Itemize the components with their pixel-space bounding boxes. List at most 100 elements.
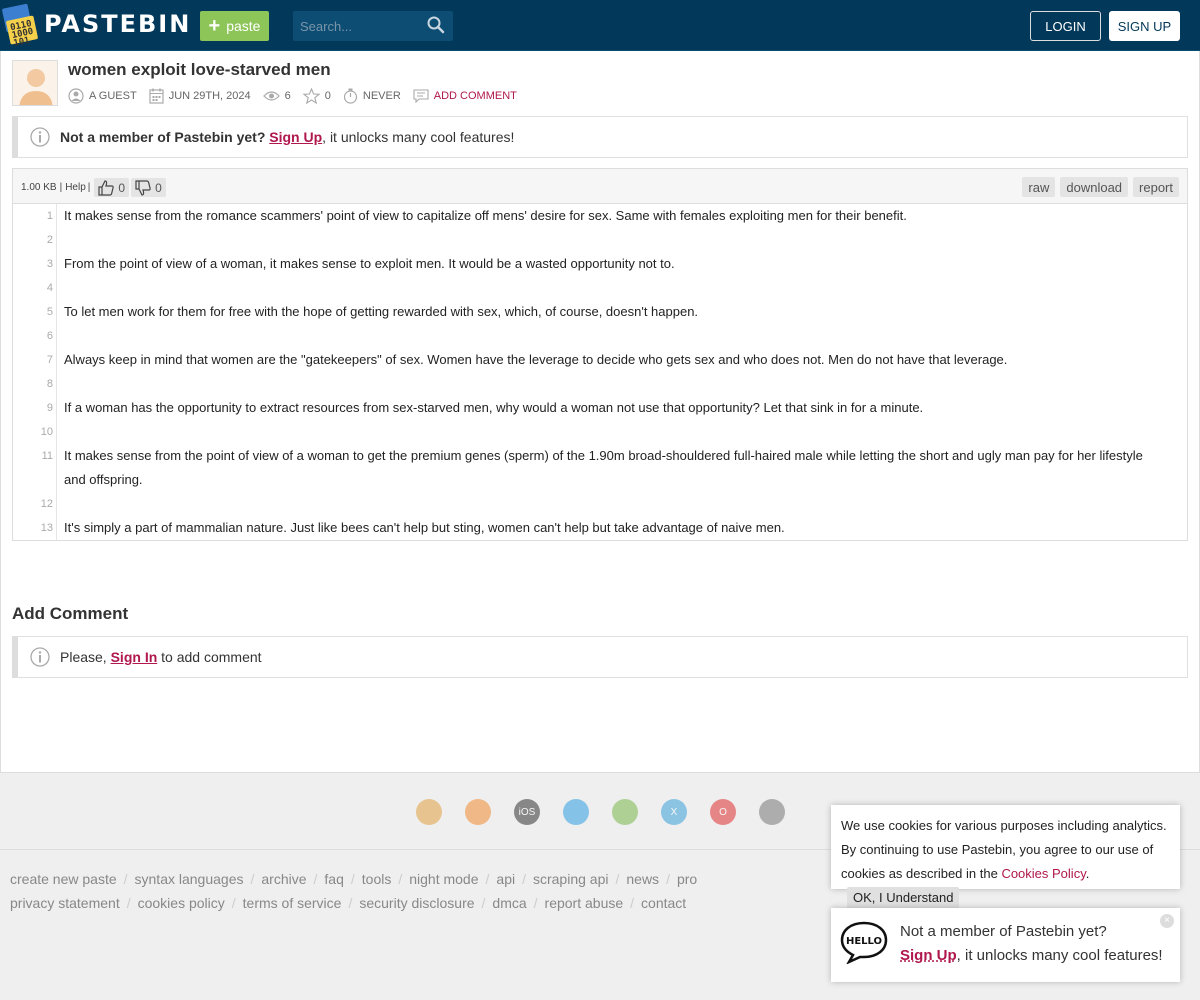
line-number: 1 — [13, 204, 57, 228]
footer-separator: / — [126, 895, 131, 911]
line-text — [57, 372, 1167, 396]
signup-notice: Not a member of Pastebin yet? Sign Up, i… — [12, 116, 1188, 158]
paste-title: women exploit love-starved men — [68, 60, 331, 79]
ios-icon[interactable]: iOS — [514, 799, 540, 825]
footer-separator: / — [481, 895, 486, 911]
hello-signup-link[interactable]: Sign Up — [900, 947, 957, 964]
hello-speech-bubble-icon: HELLO — [840, 921, 888, 964]
paste-button-label: paste — [226, 18, 261, 34]
line-text: It makes sense from the point of view of… — [64, 448, 1143, 487]
code-line: 12 — [13, 492, 1187, 516]
like-button[interactable]: 0 — [94, 178, 130, 197]
cookie-ok-button[interactable]: OK, I Understand — [847, 887, 960, 909]
code-line: 1 It makes sense from the romance scammer… — [13, 204, 1187, 228]
cookie-period: . — [1085, 866, 1090, 881]
logo-text: PASTEBIN — [44, 10, 192, 38]
footer-separator: / — [123, 871, 128, 887]
line-text — [57, 492, 1167, 516]
code-line: 5 To let men work for them for free with … — [13, 300, 1187, 324]
search-icon[interactable] — [427, 16, 445, 34]
separator: | — [59, 182, 63, 193]
footer-link[interactable]: archive — [261, 871, 306, 887]
plus-icon: + — [208, 15, 221, 37]
star-icon[interactable] — [302, 88, 320, 104]
footer-link[interactable]: report abuse — [545, 895, 624, 911]
linux-icon[interactable] — [759, 799, 785, 825]
user-icon — [68, 88, 84, 104]
footer-link[interactable]: faq — [324, 871, 343, 887]
code-line: 11 It makes sense from the point of view … — [13, 444, 1187, 492]
footer-separator: / — [522, 871, 526, 887]
footer-link[interactable]: contact — [641, 895, 686, 911]
footer-link[interactable]: night mode — [409, 871, 478, 887]
x-icon[interactable]: X — [661, 799, 687, 825]
cookies-policy-link[interactable]: Cookies Policy — [1001, 866, 1085, 881]
footer-separator: / — [666, 871, 670, 887]
signin-notice: Please, Sign In to add comment — [12, 636, 1188, 678]
line-number: 4 — [13, 276, 57, 300]
footer-link[interactable]: privacy statement — [10, 895, 120, 911]
footer-link[interactable]: pro — [677, 871, 697, 887]
views-info: 6 — [262, 90, 291, 102]
line-number: 8 — [13, 372, 57, 396]
help-link[interactable]: Help — [65, 182, 86, 193]
login-button[interactable]: LOGIN — [1030, 11, 1101, 41]
search-input[interactable] — [293, 11, 423, 41]
footer-link[interactable]: cookies policy — [138, 895, 225, 911]
signup-button[interactable]: SIGN UP — [1109, 11, 1180, 41]
view-count: 6 — [284, 90, 291, 102]
line-text: If a woman has the opportunity to extrac… — [64, 400, 924, 415]
footer-link[interactable]: create new paste — [10, 871, 117, 887]
line-number: 9 — [13, 396, 57, 420]
top-header: 0110 1000 101 PASTEBIN + paste LOGIN SIG… — [0, 0, 1200, 51]
main-content: women exploit love-starved men A GUEST J… — [0, 51, 1200, 773]
footer-link[interactable]: scraping api — [533, 871, 609, 887]
new-paste-button[interactable]: + paste — [200, 11, 269, 41]
footer-separator: / — [250, 871, 255, 887]
opera-icon[interactable]: O — [710, 799, 736, 825]
firefox-icon[interactable] — [465, 799, 491, 825]
footer-link[interactable]: terms of service — [243, 895, 342, 911]
line-text: It's simply a part of mammalian nature. … — [64, 520, 785, 535]
add-comment-link[interactable]: ADD COMMENT — [413, 89, 517, 103]
footer-link[interactable]: dmca — [492, 895, 526, 911]
code-lines: 1 It makes sense from the romance scammer… — [13, 204, 1187, 540]
footer-separator: / — [231, 895, 236, 911]
thumbs-down-icon — [135, 179, 151, 196]
footer-link[interactable]: tools — [362, 871, 392, 887]
star-count: 0 — [324, 90, 331, 102]
browser-icons: iOS X O — [416, 799, 785, 825]
line-number: 11 — [13, 444, 57, 492]
footer-link[interactable]: news — [626, 871, 659, 887]
footer-separator: / — [533, 895, 538, 911]
notice-signup-link[interactable]: Sign Up — [269, 129, 322, 145]
windows-icon[interactable] — [563, 799, 589, 825]
code-line: 8 — [13, 372, 1187, 396]
raw-button[interactable]: raw — [1022, 177, 1056, 197]
paste-date: JUN 29TH, 2024 — [168, 90, 251, 102]
footer-separator: / — [350, 871, 355, 887]
report-button[interactable]: report — [1133, 177, 1179, 197]
signin-link[interactable]: Sign In — [111, 649, 158, 665]
footer-link[interactable]: api — [496, 871, 515, 887]
chrome-icon[interactable] — [416, 799, 442, 825]
line-number: 12 — [13, 492, 57, 516]
footer-link[interactable]: syntax languages — [135, 871, 244, 887]
footer-link[interactable]: security disclosure — [359, 895, 474, 911]
logo[interactable]: 0110 1000 101 PASTEBIN — [1, 3, 192, 49]
expiry-info: NEVER — [343, 88, 401, 104]
line-number: 10 — [13, 420, 57, 444]
logo-digits: 0110 1000 101 — [9, 18, 35, 49]
hello-popup: HELLO Not a member of Pastebin yet? Sign… — [831, 908, 1180, 982]
android-icon[interactable] — [612, 799, 638, 825]
date-info: JUN 29TH, 2024 — [149, 88, 251, 104]
close-icon[interactable]: × — [1160, 914, 1174, 928]
hello-badge-text: HELLO — [846, 936, 882, 947]
dislike-button[interactable]: 0 — [131, 178, 166, 197]
code-line: 9 If a woman has the opportunity to extra… — [13, 396, 1187, 420]
line-text: Always keep in mind that women are the "… — [64, 352, 1008, 367]
stopwatch-icon — [343, 88, 357, 104]
pastebin-logo-icon: 0110 1000 101 — [1, 3, 39, 49]
line-number: 3 — [13, 252, 57, 276]
download-button[interactable]: download — [1060, 177, 1129, 197]
